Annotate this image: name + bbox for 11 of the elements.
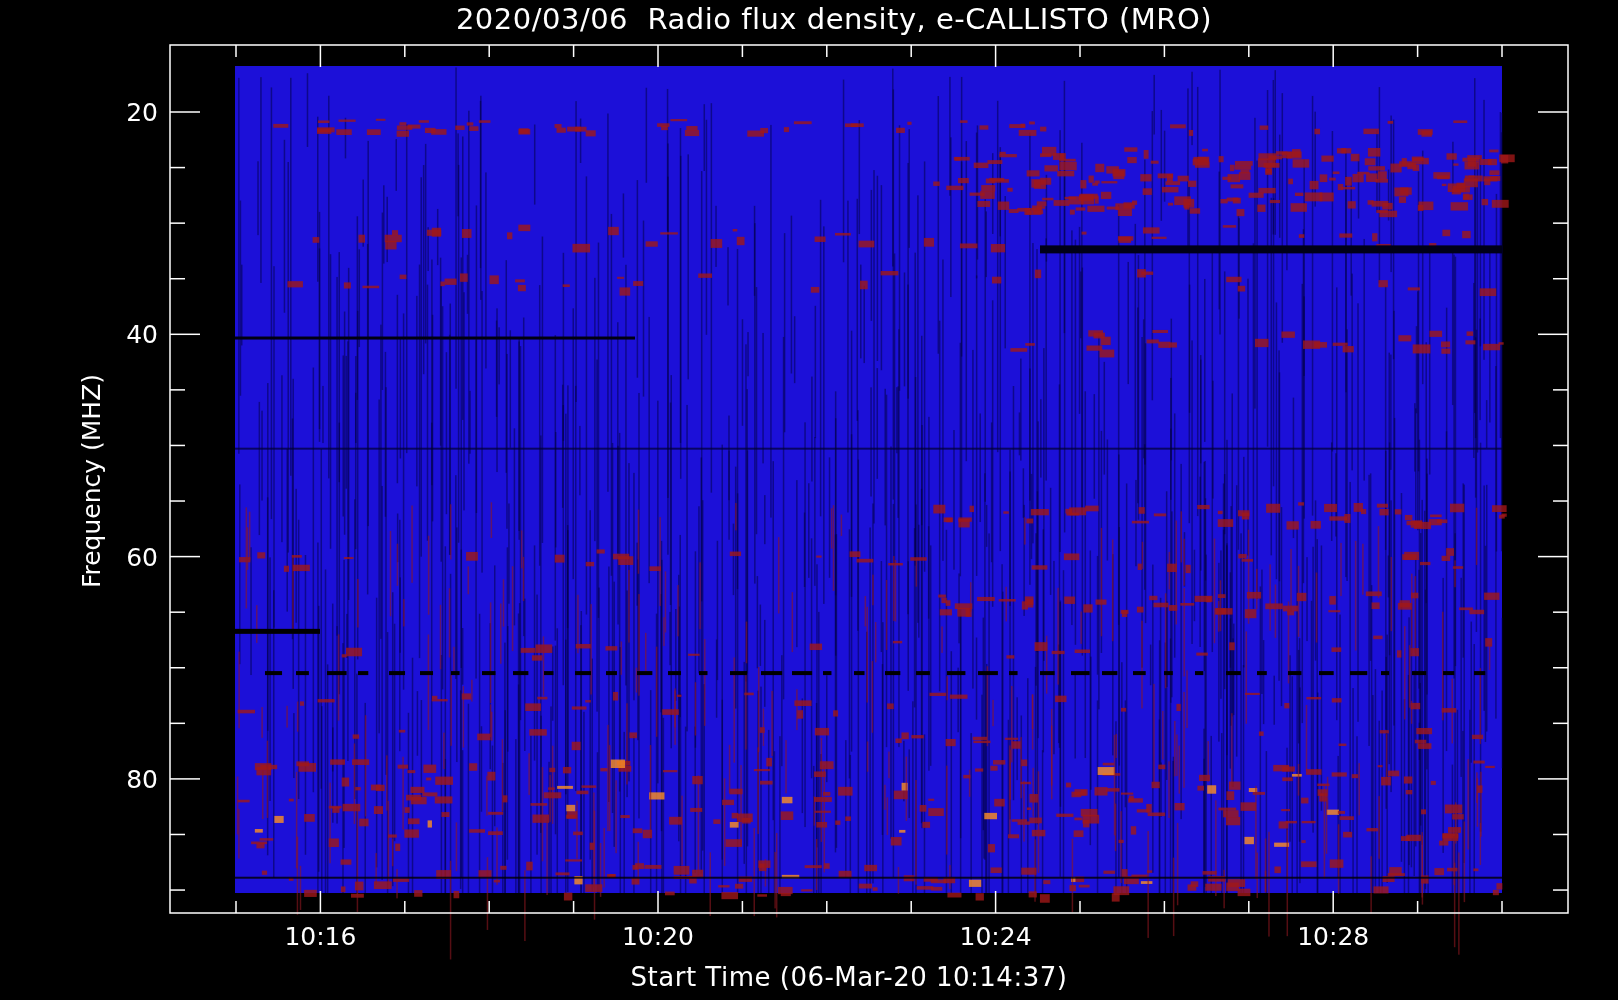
x-tick-label: 10:24 xyxy=(959,922,1032,951)
y-tick-label: 20 xyxy=(126,98,158,127)
y-axis-label: Frequency (MHZ) xyxy=(77,373,106,589)
x-tick-label: 10:28 xyxy=(1297,922,1370,951)
y-tick-label: 60 xyxy=(126,542,158,572)
x-axis-label: Start Time (06-Mar-20 10:14:37) xyxy=(630,961,1068,993)
y-tick-label: 80 xyxy=(126,764,158,794)
chart-title: 2020/03/06 Radio flux density, e-CALLISTO (MRO) xyxy=(455,1,1213,38)
x-tick-label: 10:16 xyxy=(284,922,357,951)
y-tick-label: 40 xyxy=(126,320,158,350)
x-tick-label: 10:20 xyxy=(622,922,694,951)
